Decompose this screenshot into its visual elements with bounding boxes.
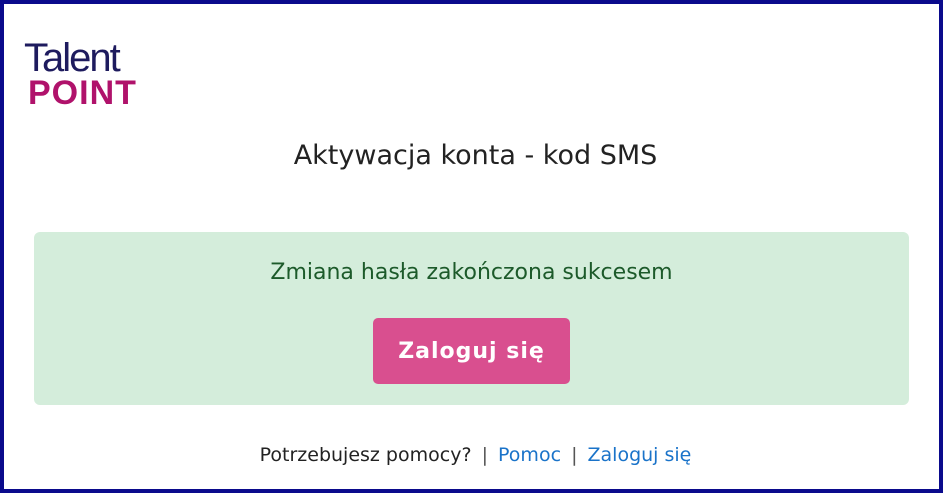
success-message: Zmiana hasła zakończona sukcesem [270,260,673,285]
login-link[interactable]: Zaloguj się [588,444,692,466]
help-link[interactable]: Pomoc [498,444,561,466]
page-title: Aktywacja konta - kod SMS [293,140,658,171]
help-prompt-text: Potrzebujesz pomocy? [259,444,472,466]
talentpoint-logo: Talent POINT [24,38,164,112]
success-alert: Zmiana hasła zakończona sukcesem Zaloguj… [34,232,909,405]
login-button[interactable]: Zaloguj się [373,318,570,384]
footer-separator: | [571,444,578,466]
logo-text-point: POINT [28,74,137,112]
footer-help: Potrzebujesz pomocy? | Pomoc | Zaloguj s… [4,440,943,470]
footer-separator: | [481,444,488,466]
logo-text-talent: Talent [24,36,121,80]
page-frame: Talent POINT Aktywacja konta - kod SMS Z… [0,0,943,493]
